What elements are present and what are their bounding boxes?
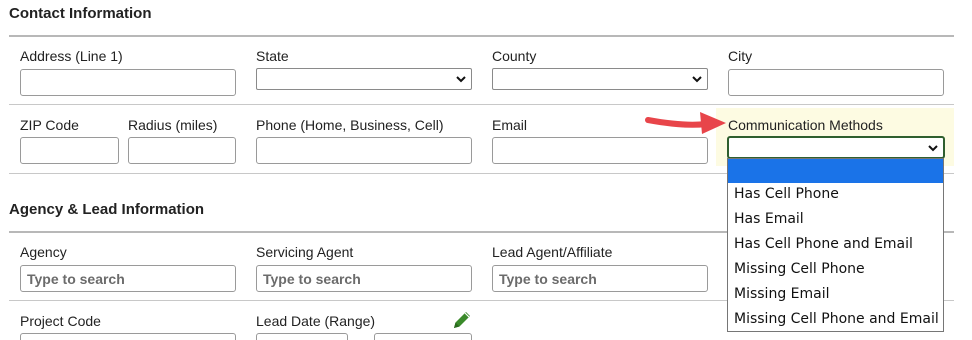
communication-methods-select[interactable] (727, 136, 945, 159)
contact-row-divider (9, 104, 954, 105)
lead-date-end-input[interactable] (374, 333, 472, 340)
county-select[interactable] (492, 68, 708, 90)
address-input[interactable] (20, 69, 236, 96)
phone-input[interactable] (256, 137, 472, 164)
option-has-cell-phone[interactable]: Has Cell Phone (728, 183, 943, 208)
red-arrow-icon (645, 112, 726, 134)
option-has-cell-phone-and-email[interactable]: Has Cell Phone and Email (728, 233, 943, 258)
zip-label: ZIP Code (20, 117, 79, 133)
county-label: County (492, 48, 537, 64)
chevron-down-icon (692, 76, 702, 83)
servicing-agent-search-input[interactable]: Type to search (256, 265, 472, 292)
state-label: State (256, 48, 289, 64)
option-missing-cell-phone[interactable]: Missing Cell Phone (728, 258, 943, 283)
phone-label: Phone (Home, Business, Cell) (256, 117, 444, 133)
address-label: Address (Line 1) (20, 48, 123, 64)
email-label: Email (492, 117, 528, 133)
chevron-down-icon (456, 76, 466, 83)
communication-methods-label: Communication Methods (728, 117, 883, 133)
radius-input[interactable] (128, 137, 236, 164)
contact-section-divider (9, 35, 954, 37)
servicing-agent-label: Servicing Agent (256, 244, 354, 260)
lead-date-start-input[interactable] (256, 333, 348, 340)
lead-agent-label: Lead Agent/Affiliate (492, 244, 613, 260)
option-missing-email[interactable]: Missing Email (728, 283, 943, 308)
pencil-icon[interactable] (451, 309, 473, 331)
lead-agent-search-input[interactable]: Type to search (492, 265, 708, 292)
contact-section-title: Contact Information (9, 5, 152, 22)
option-blank[interactable] (728, 159, 943, 183)
zip-input[interactable] (20, 137, 119, 164)
chevron-down-icon (928, 145, 938, 152)
email-input[interactable] (492, 137, 708, 164)
project-code-input[interactable] (20, 333, 236, 340)
state-select[interactable] (256, 68, 472, 90)
city-input[interactable] (728, 69, 944, 96)
agency-search-input[interactable]: Type to search (20, 265, 236, 292)
agency-label: Agency (20, 244, 67, 260)
project-code-label: Project Code (20, 313, 101, 329)
agency-section-title: Agency & Lead Information (9, 201, 205, 218)
option-has-email[interactable]: Has Email (728, 208, 943, 233)
option-missing-cell-phone-and-email[interactable]: Missing Cell Phone and Email (728, 308, 943, 333)
radius-label: Radius (miles) (128, 117, 218, 133)
city-label: City (728, 48, 753, 64)
lead-date-label: Lead Date (Range) (256, 313, 376, 329)
communication-methods-options: Has Cell Phone Has Email Has Cell Phone … (727, 158, 944, 332)
